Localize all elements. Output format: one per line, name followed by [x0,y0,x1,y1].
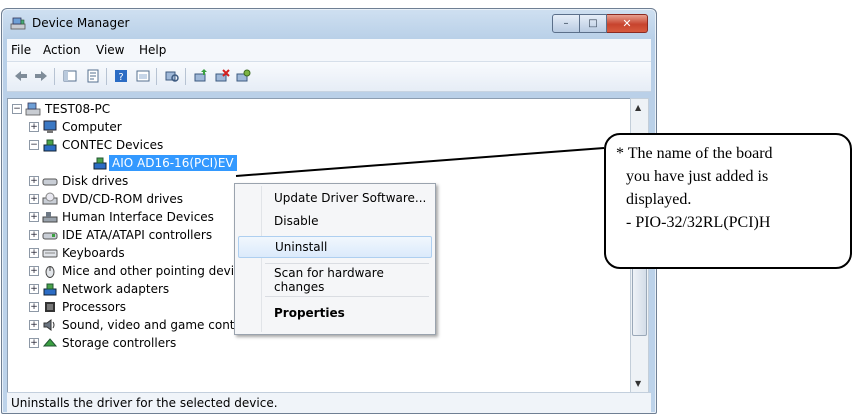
callout-line-3: displayed. [626,191,692,208]
callout-line-2: you have just added is [626,168,769,185]
callout-line-4: - PIO-32/32RL(PCI)H [626,214,771,231]
callout-line-1: * The name of the board [616,145,773,162]
callout-text: * The name of the board you have just ad… [616,142,846,234]
annotation-callout: * The name of the board you have just ad… [604,133,852,269]
